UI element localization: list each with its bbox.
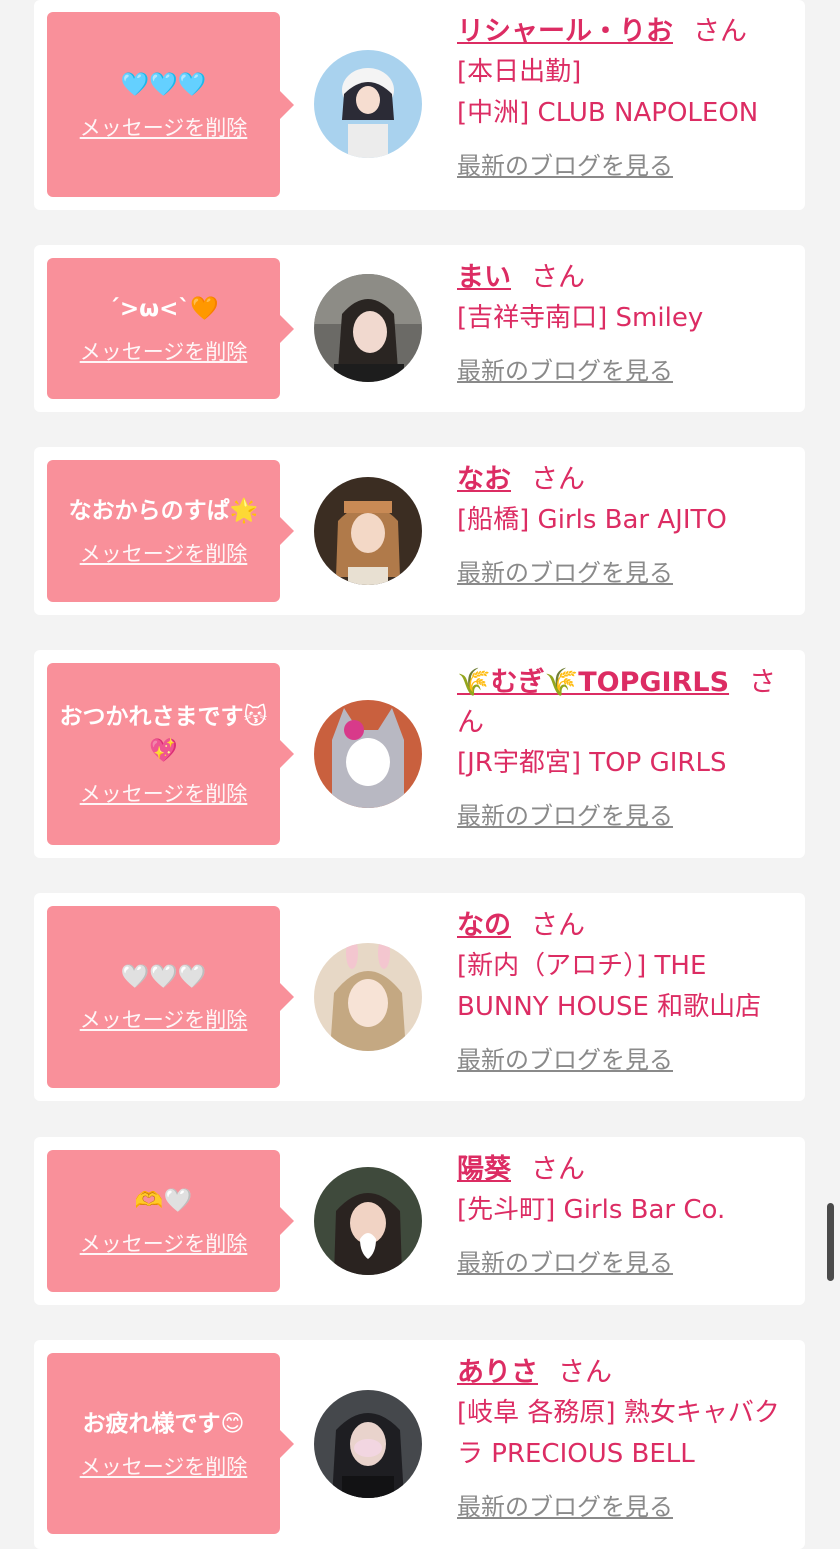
- avatar[interactable]: [314, 50, 422, 158]
- shop-line: [中洲] CLUB NAPOLEON: [457, 98, 759, 128]
- name-row: ありさ さん: [457, 1353, 792, 1393]
- cast-info: なお さん [船橋] Girls Bar AJITO 最新のブログを見る: [457, 460, 792, 588]
- name-row: 陽葵 さん: [457, 1150, 792, 1190]
- scrollbar[interactable]: [827, 1203, 834, 1281]
- shop-line: [本日出勤]: [457, 57, 582, 87]
- cast-info: なの さん [新内（アロチ）] THE BUNNY HOUSE 和歌山店 最新のブ…: [457, 906, 792, 1075]
- blog-link[interactable]: 最新のブログを見る: [457, 146, 673, 181]
- message-bubble: 🩵🩵🩵 メッセージを削除: [47, 12, 294, 197]
- cast-name-link[interactable]: リシャール・りお: [457, 16, 673, 47]
- honorific: さん: [558, 1357, 612, 1388]
- message-text: なおからのすぱ🌟: [68, 498, 259, 524]
- shop-line: [船橋] Girls Bar AJITO: [457, 505, 727, 535]
- avatar[interactable]: [314, 1390, 422, 1498]
- message-bubble: 🫶🤍 メッセージを削除: [47, 1150, 294, 1292]
- message-card: おつかれさまです😽💖 メッセージを削除 🌾むぎ🌾TOPGIRLS さん [JR宇都…: [34, 650, 805, 858]
- shop-line: [先斗町] Girls Bar Co.: [457, 1195, 726, 1225]
- name-row: まい さん: [457, 258, 792, 298]
- message-bubble: お疲れ様です😊 メッセージを削除: [47, 1353, 294, 1534]
- message-text: ´>ω<`🧡: [108, 295, 219, 322]
- message-text: 🫶🤍: [134, 1188, 193, 1214]
- avatar[interactable]: [314, 943, 422, 1051]
- message-card: お疲れ様です😊 メッセージを削除 ありさ さん [岐阜 各務原] 熟女キャバクラ …: [34, 1340, 805, 1549]
- avatar[interactable]: [314, 274, 422, 382]
- name-row: リシャール・りお さん: [457, 12, 792, 52]
- name-row: 🌾むぎ🌾TOPGIRLS さん: [457, 663, 792, 743]
- message-text: 🤍🤍🤍: [120, 964, 207, 990]
- avatar[interactable]: [314, 477, 422, 585]
- avatar[interactable]: [314, 1167, 422, 1275]
- message-bubble: おつかれさまです😽💖 メッセージを削除: [47, 663, 294, 845]
- message-card: なおからのすぱ🌟 メッセージを削除 なお さん [船橋] Girls Bar AJ…: [34, 447, 805, 615]
- name-row: なの さん: [457, 906, 792, 946]
- cast-info: リシャール・りお さん [本日出勤] [中洲] CLUB NAPOLEON 最新の…: [457, 12, 792, 181]
- cast-name-link[interactable]: なの: [457, 910, 511, 941]
- delete-message-link[interactable]: メッセージを削除: [80, 538, 248, 568]
- cast-name-link[interactable]: ありさ: [457, 1357, 538, 1388]
- blog-link[interactable]: 最新のブログを見る: [457, 1487, 673, 1522]
- name-row: なお さん: [457, 460, 792, 500]
- message-card: 🩵🩵🩵 メッセージを削除 リシャール・りお さん [本日出勤] [中洲] CLUB…: [34, 0, 805, 210]
- message-text: 🩵🩵🩵: [120, 71, 207, 98]
- avatar[interactable]: [314, 700, 422, 808]
- blog-link[interactable]: 最新のブログを見る: [457, 1243, 673, 1278]
- message-bubble: ´>ω<`🧡 メッセージを削除: [47, 258, 294, 399]
- cast-name-link[interactable]: 陽葵: [457, 1154, 511, 1185]
- cast-info: まい さん [吉祥寺南口] Smiley 最新のブログを見る: [457, 258, 792, 386]
- shop-line: [吉祥寺南口] Smiley: [457, 303, 704, 333]
- shop-line: [岐阜 各務原] 熟女キャバクラ PRECIOUS BELL: [457, 1398, 780, 1469]
- delete-message-link[interactable]: メッセージを削除: [80, 1228, 248, 1258]
- honorific: さん: [531, 262, 585, 293]
- shop-line: [JR宇都宮] TOP GIRLS: [457, 748, 727, 778]
- delete-message-link[interactable]: メッセージを削除: [80, 778, 248, 808]
- delete-message-link[interactable]: メッセージを削除: [80, 1451, 248, 1481]
- message-text: お疲れ様です😊: [82, 1410, 245, 1437]
- message-card: 🤍🤍🤍 メッセージを削除 なの さん [新内（アロチ）] THE BUNNY HO…: [34, 893, 805, 1101]
- message-card: ´>ω<`🧡 メッセージを削除 まい さん [吉祥寺南口] Smiley 最新のブ…: [34, 245, 805, 412]
- cast-name-link[interactable]: 🌾むぎ🌾TOPGIRLS: [457, 667, 729, 698]
- honorific: さん: [693, 16, 747, 47]
- blog-link[interactable]: 最新のブログを見る: [457, 796, 673, 831]
- honorific: さん: [531, 1154, 585, 1185]
- delete-message-link[interactable]: メッセージを削除: [80, 1004, 248, 1034]
- honorific: さん: [531, 464, 585, 495]
- message-bubble: なおからのすぱ🌟 メッセージを削除: [47, 460, 294, 602]
- cast-name-link[interactable]: なお: [457, 464, 511, 495]
- cast-name-link[interactable]: まい: [457, 262, 511, 293]
- delete-message-link[interactable]: メッセージを削除: [80, 336, 248, 366]
- blog-link[interactable]: 最新のブログを見る: [457, 351, 673, 386]
- message-text: おつかれさまです😽💖: [59, 704, 268, 764]
- delete-message-link[interactable]: メッセージを削除: [80, 112, 248, 142]
- message-bubble: 🤍🤍🤍 メッセージを削除: [47, 906, 294, 1088]
- message-card: 🫶🤍 メッセージを削除 陽葵 さん [先斗町] Girls Bar Co. 最新の…: [34, 1137, 805, 1305]
- blog-link[interactable]: 最新のブログを見る: [457, 1040, 673, 1075]
- honorific: さん: [531, 910, 585, 941]
- blog-link[interactable]: 最新のブログを見る: [457, 553, 673, 588]
- cast-info: 陽葵 さん [先斗町] Girls Bar Co. 最新のブログを見る: [457, 1150, 792, 1278]
- shop-line: [新内（アロチ）] THE BUNNY HOUSE 和歌山店: [457, 951, 762, 1022]
- cast-info: 🌾むぎ🌾TOPGIRLS さん [JR宇都宮] TOP GIRLS 最新のブログを…: [457, 663, 792, 831]
- cast-info: ありさ さん [岐阜 各務原] 熟女キャバクラ PRECIOUS BELL 最新の…: [457, 1353, 792, 1522]
